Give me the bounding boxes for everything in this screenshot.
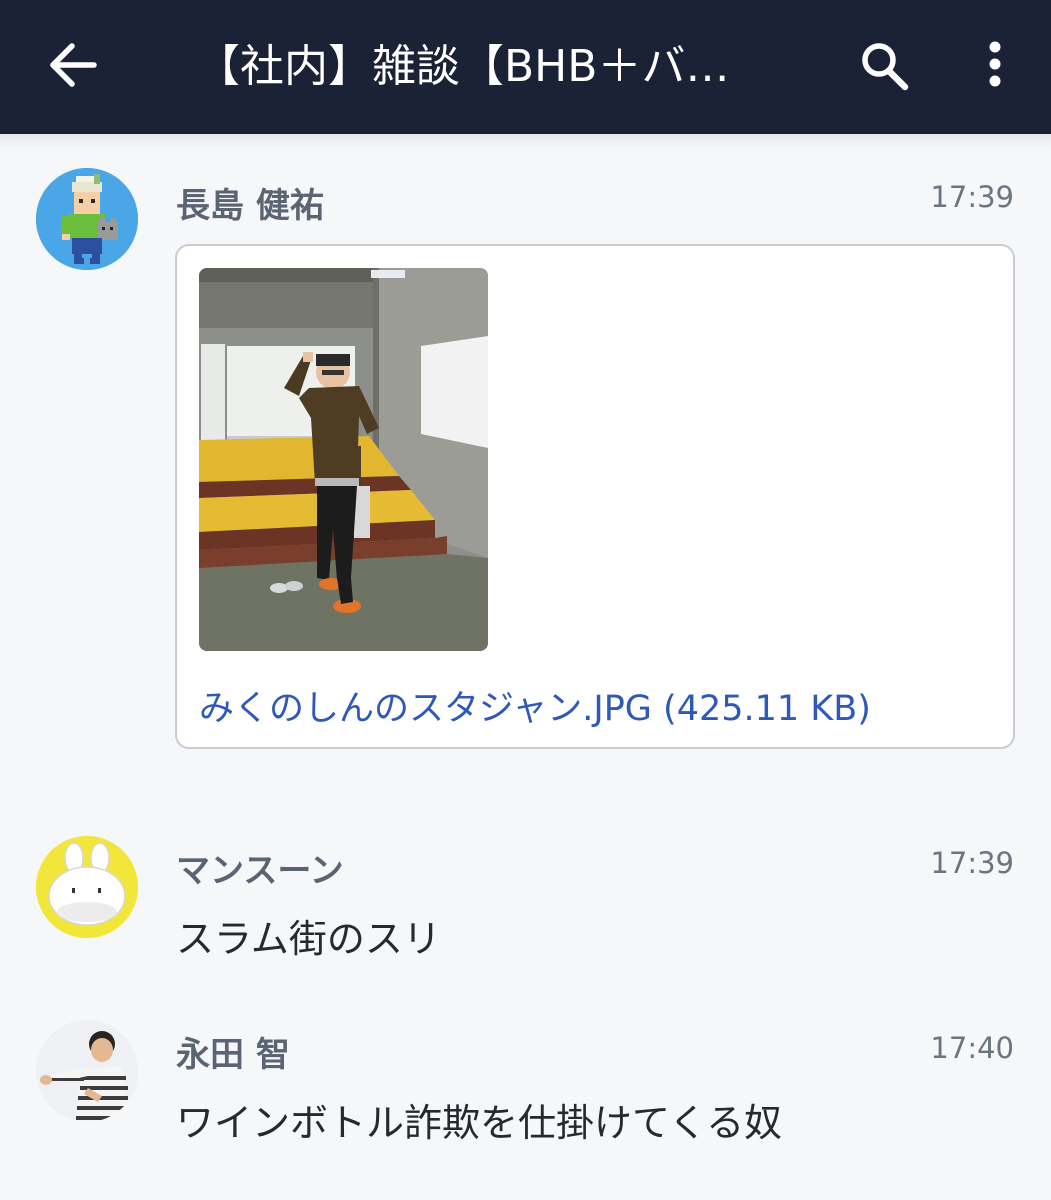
search-icon bbox=[862, 43, 909, 91]
app-bar: 【社内】雑談【BHB＋バ… bbox=[0, 0, 1051, 134]
message-text: スラム街のスリ bbox=[176, 917, 441, 961]
avatar[interactable] bbox=[36, 168, 138, 270]
image-thumbnail[interactable] bbox=[199, 268, 488, 651]
pixel-character-avatar-icon bbox=[36, 168, 138, 270]
person-photo-avatar-icon bbox=[36, 1020, 138, 1122]
message-time: 17:39 bbox=[930, 180, 1014, 214]
sender-name[interactable]: 長島 健祐 bbox=[176, 178, 324, 227]
app-bar-shadow bbox=[0, 134, 1051, 148]
sender-name[interactable]: マンスーン bbox=[176, 843, 344, 892]
more-options-button[interactable] bbox=[960, 30, 1030, 102]
arrow-left-icon bbox=[50, 43, 97, 87]
more-vertical-icon bbox=[989, 41, 1001, 87]
avatar[interactable] bbox=[36, 1020, 138, 1122]
message-time: 17:39 bbox=[930, 846, 1014, 880]
message-text: ワインボトル詐欺を仕掛けてくる奴 bbox=[176, 1101, 783, 1145]
file-attachment-card[interactable]: みくのしんのスタジャン.JPG (425.11 KB) bbox=[175, 244, 1015, 749]
back-button[interactable] bbox=[38, 30, 108, 100]
file-download-link[interactable]: みくのしんのスタジャン.JPG (425.11 KB) bbox=[199, 680, 871, 731]
search-button[interactable] bbox=[848, 30, 920, 102]
photo-preview-image bbox=[199, 268, 488, 651]
avatar[interactable] bbox=[36, 836, 138, 938]
chat-title: 【社内】雑談【BHB＋バ… bbox=[196, 41, 730, 92]
rabbit-avatar-icon bbox=[36, 836, 138, 938]
message-time: 17:40 bbox=[930, 1031, 1014, 1065]
sender-name[interactable]: 永田 智 bbox=[176, 1027, 290, 1076]
